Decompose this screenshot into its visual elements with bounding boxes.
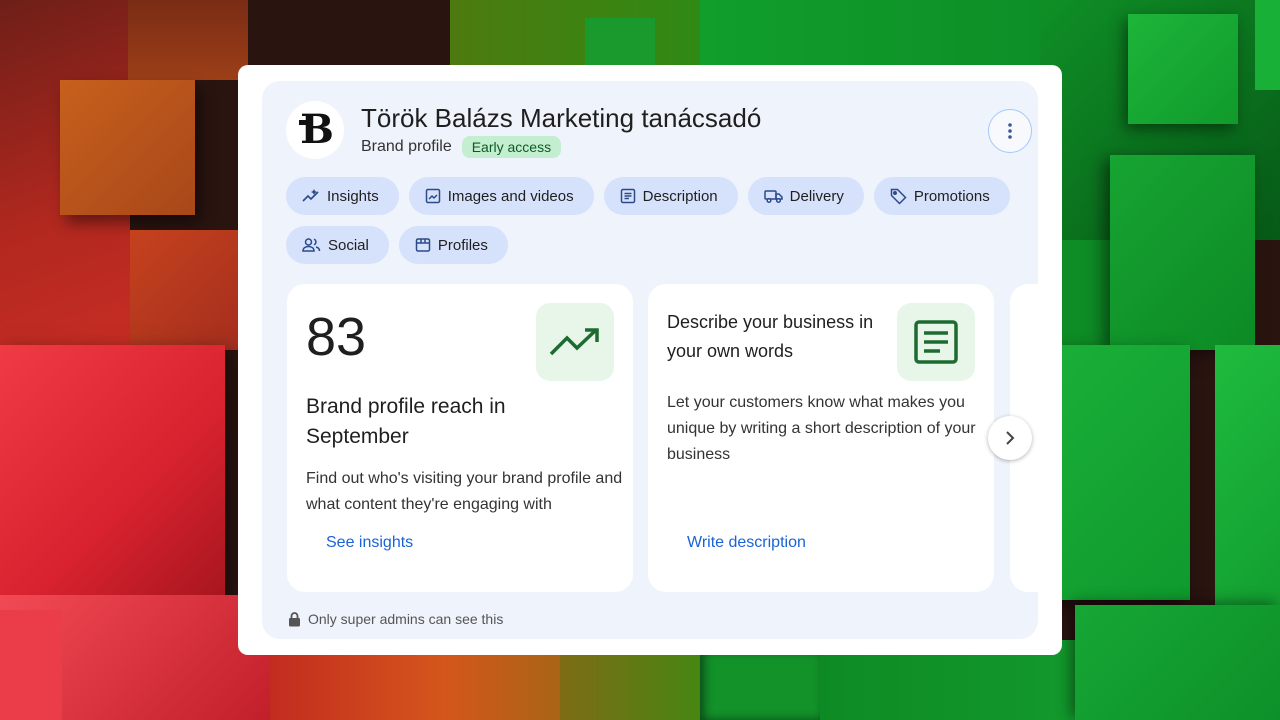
chevron-right-icon [1006,431,1015,445]
subtitle-row: Brand profile Early access [361,136,562,158]
chip-label: Description [642,187,718,205]
more-vert-icon [1008,123,1012,139]
trending-up-icon [549,328,599,356]
brand-profile-card: B Török Balázs Marketing tanácsadó Brand… [262,81,1038,639]
icon-tile [897,303,975,381]
brand-profile-label: Brand profile [361,138,452,155]
brand-name: Török Balázs Marketing tanácsadó [361,103,762,133]
see-insights-link[interactable]: See insights [326,534,413,552]
next-card-button[interactable] [988,416,1032,460]
storefront-icon [415,238,431,252]
early-access-badge: Early access [461,136,562,158]
lock-icon [289,611,300,626]
chip-label: Images and videos [447,187,574,205]
card-heading: Describe your business in your own words [667,312,874,361]
chip-insights[interactable]: Insights [286,177,399,215]
description-icon [620,188,635,204]
article-icon [914,320,958,364]
insights-card: 83 Brand profile reach in September Find… [287,284,633,592]
image-icon [425,188,440,204]
chip-label: Insights [327,187,379,205]
chip-label: Promotions [913,187,990,205]
description-card: Describe your business in your own words… [648,284,994,592]
card-body: Let your customers know what makes you u… [667,394,976,463]
footer-text: Only super admins can see this [308,611,504,627]
chip-profiles[interactable]: Profiles [398,226,508,264]
truck-icon [763,190,783,204]
visibility-note: Only super admins can see this [288,611,503,627]
chip-label: Delivery [789,187,844,205]
reach-value: 83 [306,307,367,367]
chip-delivery[interactable]: Delivery [747,177,864,215]
people-icon [302,238,321,252]
write-description-link[interactable]: Write description [687,534,806,552]
card-body: Find out who's visiting your brand profi… [306,470,623,513]
more-options-button[interactable] [988,109,1032,153]
tag-icon [890,188,907,205]
chip-promotions[interactable]: Promotions [873,177,1010,215]
insights-icon [302,189,319,202]
icon-tile [536,303,614,381]
card-heading: Brand profile reach in September [306,395,506,448]
chip-description[interactable]: Description [603,177,738,215]
chip-label: Social [328,236,369,254]
brand-logo: B [286,101,344,159]
chip-label: Profiles [437,236,488,254]
chip-images-and-videos[interactable]: Images and videos [408,177,594,215]
brand-profile-panel: B Török Balázs Marketing tanácsadó Brand… [238,65,1062,655]
section-chips: Insights Images and videos Description D… [286,177,1026,275]
chip-social[interactable]: Social [286,226,389,264]
